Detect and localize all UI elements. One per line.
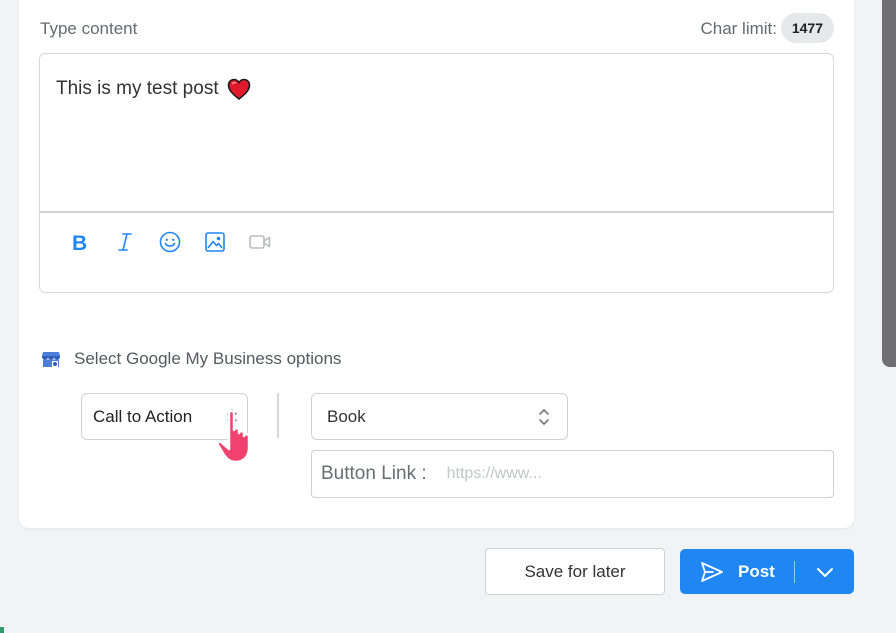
post-composer-card: Type content Char limit: 1477 This is my… [19, 0, 854, 528]
chevron-updown-icon [539, 409, 549, 425]
scrollbar-thumb[interactable] [882, 0, 896, 367]
gmb-options-header: Select Google My Business options [41, 349, 341, 369]
cta-action-select[interactable]: Book [311, 393, 568, 440]
options-divider [277, 393, 279, 438]
gmb-options-label: Select Google My Business options [74, 349, 342, 368]
chevron-down-icon [816, 567, 833, 577]
video-icon[interactable] [248, 230, 272, 254]
post-options-button[interactable] [795, 549, 854, 594]
italic-icon[interactable] [113, 230, 137, 254]
char-limit-label: Char limit: [700, 19, 777, 38]
corner-accent [0, 627, 4, 633]
heart-icon [227, 78, 250, 100]
google-my-business-icon [42, 352, 60, 367]
post-button-label: Post [738, 561, 775, 581]
cta-action-value: Book [327, 406, 366, 426]
emoji-icon[interactable] [158, 230, 182, 254]
type-content-label: Type content [40, 19, 138, 38]
editor-content[interactable]: This is my test post [56, 78, 251, 100]
content-editor[interactable]: This is my test post B [39, 53, 834, 293]
image-icon[interactable] [203, 230, 227, 254]
post-text: This is my test post [56, 78, 219, 99]
button-link-field[interactable]: Button Link : [311, 450, 834, 498]
button-link-label: Button Link : [321, 463, 427, 484]
post-button[interactable]: Post [680, 549, 794, 594]
svg-text:B: B [72, 232, 87, 252]
save-for-later-button[interactable]: Save for later [485, 548, 665, 595]
cta-type-value: Call to Action [93, 406, 193, 426]
editor-toolbar: B [68, 230, 272, 254]
post-button-group: Post [680, 549, 854, 594]
bold-icon[interactable]: B [68, 230, 92, 254]
editor-divider [40, 211, 833, 213]
char-limit-badge: 1477 [780, 13, 834, 43]
pointer-hand-icon [216, 409, 251, 464]
button-link-input[interactable] [446, 465, 807, 483]
send-icon [701, 561, 723, 582]
